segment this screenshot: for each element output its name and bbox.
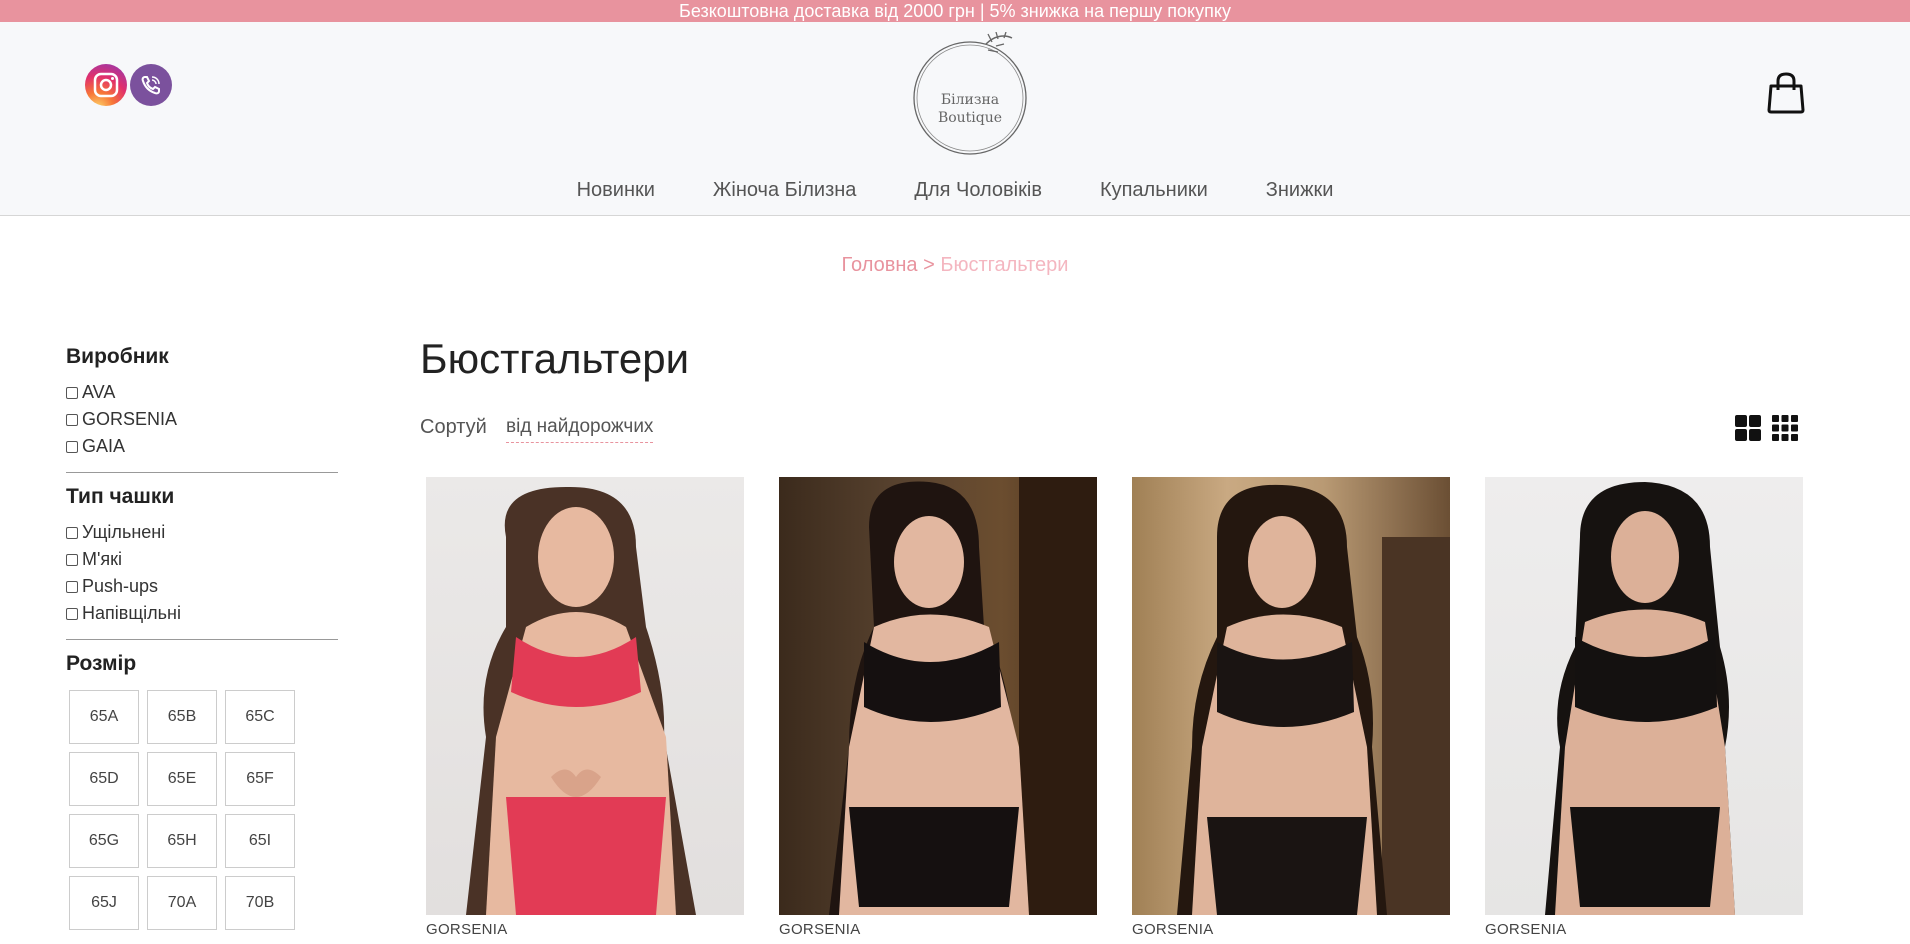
grid-small-view-icon[interactable] <box>1771 414 1799 442</box>
filter-option-push-ups[interactable]: Push-ups <box>66 573 338 600</box>
product-image[interactable] <box>426 477 744 915</box>
filter-option-soft[interactable]: М'які <box>66 546 338 573</box>
sort-label: Сортуй <box>420 416 487 438</box>
product-card[interactable]: GORSENIA <box>1485 477 1803 938</box>
filter-option-label: Напівщільні <box>82 603 181 623</box>
checkbox[interactable] <box>66 580 78 593</box>
product-card[interactable]: GORSENIA <box>1132 477 1450 938</box>
size-option[interactable]: 65C <box>225 690 295 744</box>
promo-bar: Безкоштовна доставка від 2000 грн | 5% з… <box>0 0 1910 22</box>
breadcrumb: Головна > Бюстгальтери <box>0 254 1910 277</box>
size-option[interactable]: 65H <box>147 814 217 868</box>
nav-item-women[interactable]: Жіноча Білизна <box>684 172 886 208</box>
logo-line1: Білизна <box>941 92 999 108</box>
filter-option-gorsenia[interactable]: GORSENIA <box>66 406 338 433</box>
breadcrumb-current: Бюстгальтери <box>940 254 1069 276</box>
logo-line2: Boutique <box>938 110 1002 126</box>
nav-item-swimwear[interactable]: Купальники <box>1071 172 1237 208</box>
filter-option-ava[interactable]: AVA <box>66 379 338 406</box>
product-image[interactable] <box>1132 477 1450 915</box>
divider <box>66 472 338 473</box>
divider <box>66 639 338 640</box>
promo-text: Безкоштовна доставка від 2000 грн | 5% з… <box>679 1 1231 21</box>
size-option[interactable]: 65G <box>69 814 139 868</box>
filter-title-size: Розмір <box>66 652 137 675</box>
size-option[interactable]: 70B <box>225 876 295 930</box>
breadcrumb-home[interactable]: Головна <box>842 254 918 276</box>
filter-option-padded[interactable]: Ущільнені <box>66 519 338 546</box>
checkbox[interactable] <box>66 526 78 539</box>
grid-large-view-icon[interactable] <box>1734 414 1762 442</box>
product-image[interactable] <box>779 477 1097 915</box>
filter-option-label: AVA <box>82 382 116 402</box>
size-option[interactable]: 65D <box>69 752 139 806</box>
product-brand: GORSENIA <box>1132 921 1214 938</box>
main-nav: Новинки Жіноча Білизна Для Чоловіків Куп… <box>0 172 1910 208</box>
product-card[interactable]: GORSENIA <box>779 477 1097 938</box>
size-option[interactable]: 65F <box>225 752 295 806</box>
product-image[interactable] <box>1485 477 1803 915</box>
checkbox[interactable] <box>66 607 78 620</box>
filter-title-cup-type: Тип чашки <box>66 485 175 508</box>
checkbox[interactable] <box>66 413 78 426</box>
product-brand: GORSENIA <box>426 921 508 938</box>
page-title: Бюстгальтери <box>420 335 690 382</box>
filter-option-gaia[interactable]: GAIA <box>66 433 338 460</box>
size-option[interactable]: 65B <box>147 690 217 744</box>
product-card[interactable]: GORSENIA <box>426 477 744 938</box>
checkbox[interactable] <box>66 440 78 453</box>
viber-icon[interactable] <box>130 64 172 106</box>
checkbox[interactable] <box>66 553 78 566</box>
nav-item-new[interactable]: Новинки <box>548 172 684 208</box>
size-option[interactable]: 65A <box>69 690 139 744</box>
nav-item-sale[interactable]: Знижки <box>1237 172 1363 208</box>
site-logo[interactable]: Білизна Boutique <box>908 31 1032 158</box>
size-option[interactable]: 65I <box>225 814 295 868</box>
breadcrumb-separator: > <box>923 254 935 276</box>
instagram-icon[interactable] <box>85 64 127 106</box>
filter-option-label: Ущільнені <box>82 522 166 542</box>
product-brand: GORSENIA <box>1485 921 1567 938</box>
filter-option-label: М'які <box>82 549 123 569</box>
filter-option-label: GORSENIA <box>82 409 178 429</box>
filter-title-manufacturer: Виробник <box>66 345 169 368</box>
size-option[interactable]: 65J <box>69 876 139 930</box>
nav-item-men[interactable]: Для Чоловіків <box>885 172 1071 208</box>
product-brand: GORSENIA <box>779 921 861 938</box>
checkbox[interactable] <box>66 386 78 399</box>
size-grid: 65A 65B 65C 65D 65E 65F 65G 65H 65I 65J … <box>69 690 338 930</box>
size-option[interactable]: 65E <box>147 752 217 806</box>
site-header: Білизна Boutique Новинки Жіноча Білизна … <box>0 22 1910 216</box>
filter-sidebar: Виробник AVA GORSENIA GAIA Тип чашки Ущі… <box>66 345 338 930</box>
filter-option-label: GAIA <box>82 436 126 456</box>
filter-option-semi-padded[interactable]: Напівщільні <box>66 600 338 627</box>
sort-dropdown[interactable]: від найдорожчих <box>506 416 654 443</box>
filter-option-label: Push-ups <box>82 576 159 596</box>
size-option[interactable]: 70A <box>147 876 217 930</box>
shopping-bag-icon[interactable] <box>1766 72 1806 114</box>
